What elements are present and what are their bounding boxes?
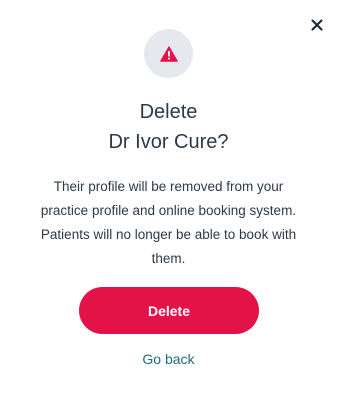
dialog-message-line: Their profile will be removed from your (53, 179, 284, 194)
dialog-title-line-2: Dr Ivor Cure? (108, 131, 229, 153)
delete-button[interactable]: Delete (79, 287, 259, 334)
warning-icon-container (144, 29, 193, 78)
close-icon (307, 15, 327, 35)
go-back-link[interactable]: Go back (0, 349, 337, 369)
dialog-message-line: them. (151, 251, 186, 266)
dialog-message: Their profile will be removed from your … (0, 175, 337, 271)
close-button[interactable] (307, 15, 327, 35)
dialog-title: Delete Dr Ivor Cure? (0, 97, 337, 157)
alert-triangle-icon (159, 45, 178, 62)
dialog-title-line-1: Delete (139, 101, 198, 123)
dialog-message-line: practice profile and online booking syst… (40, 203, 297, 218)
delete-confirmation-dialog: Delete Dr Ivor Cure? Their profile will … (0, 0, 337, 397)
dialog-message-line: Patients will no longer be able to book … (40, 227, 297, 242)
